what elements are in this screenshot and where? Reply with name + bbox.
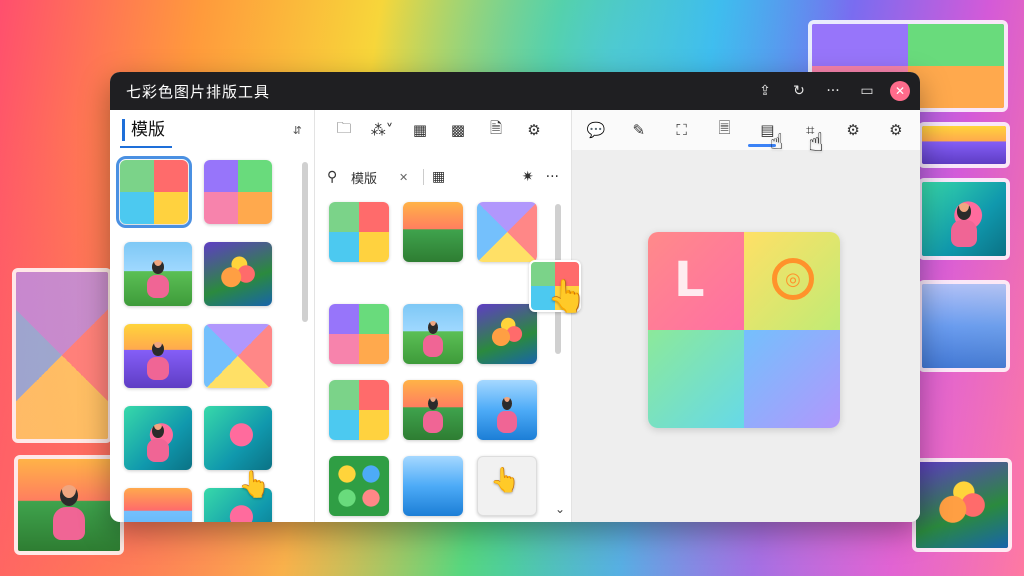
tap-hand-icon: 👆 (490, 466, 520, 494)
template-thumb[interactable] (124, 324, 192, 388)
pointer-hand-icon: 👆 (238, 470, 271, 500)
bg-photo-right-2 (918, 122, 1010, 168)
person-figure (495, 396, 519, 433)
grid-view-icon[interactable]: ▦ (432, 169, 445, 185)
person-figure (421, 320, 445, 357)
folder-icon[interactable]: 🗀 (325, 115, 363, 145)
comment-icon[interactable]: 💬 (580, 115, 612, 145)
person-figure (49, 484, 90, 540)
sort-icon[interactable]: ⇵ (293, 124, 302, 137)
title-bar: 七彩色图片排版工具 ⇪ ↻ ··· ▭ ✕ (110, 72, 920, 110)
bg-photo-left-bottom (14, 455, 124, 555)
person-figure (144, 259, 171, 299)
template-thumb[interactable] (204, 242, 272, 306)
image-thumb[interactable] (477, 202, 537, 262)
refresh-icon[interactable]: ↻ (786, 78, 812, 104)
image-thumb[interactable] (329, 202, 389, 262)
image-thumb[interactable] (329, 456, 389, 516)
library-panel: 🗀 ⁂˅ ▦ ▩ 🗎 ⚙ ⚲ 模版 ✕ ▦ ✷ ··· 👆 👆 ⌄ (315, 110, 587, 522)
puzzle-piece[interactable] (744, 330, 840, 428)
image-thumb[interactable] (403, 380, 463, 440)
canvas-preview[interactable]: L ◎ (648, 232, 840, 428)
image-thumb[interactable] (403, 456, 463, 516)
layout-blocks-icon[interactable]: ▩ (439, 115, 477, 145)
window-title: 七彩色图片排版工具 (126, 82, 271, 101)
library-toolbar: 🗀 ⁂˅ ▦ ▩ 🗎 ⚙ (315, 110, 571, 150)
template-thumb[interactable] (124, 242, 192, 306)
bg-photo-right-3 (918, 178, 1010, 260)
image-thumb[interactable] (403, 304, 463, 364)
close-button[interactable]: ✕ (890, 81, 910, 101)
template-thumb[interactable] (204, 160, 272, 224)
crop-icon[interactable]: ⛶ (666, 115, 698, 145)
search-input[interactable]: 模版 (351, 168, 399, 187)
pointer-hand-icon: ☝ (808, 128, 824, 158)
template-thumb[interactable] (116, 156, 192, 228)
person-figure (947, 202, 981, 248)
templates-panel: 模版 ⇵ 👆 (110, 110, 315, 522)
restore-icon[interactable]: ▭ (854, 78, 880, 104)
bg-photo-right-4 (918, 280, 1010, 372)
search-row: ⚲ 模版 ✕ ▦ ✷ ··· (327, 162, 559, 192)
chevron-down-icon[interactable]: ⌄ (555, 502, 565, 516)
template-thumb[interactable] (124, 406, 192, 470)
document-icon[interactable]: 🗎 (477, 115, 515, 145)
settings-icon[interactable]: ⚙ (837, 115, 869, 145)
divider (423, 169, 424, 185)
gear-icon[interactable]: ⚙ (880, 115, 912, 145)
share-icon[interactable]: ⇪ (752, 78, 778, 104)
person-figure (421, 396, 445, 433)
templates-scrollbar[interactable] (302, 162, 308, 322)
bg-photo-left-top (12, 268, 112, 443)
badge-icon: ◎ (772, 258, 814, 300)
drag-hand-icon: 👆 (547, 277, 587, 315)
logo-icon: L (674, 252, 705, 308)
template-thumb[interactable] (124, 488, 192, 522)
settings-icon[interactable]: ⚙ (515, 115, 553, 145)
image-thumb[interactable] (403, 202, 463, 262)
preview-panel: 💬 ✎ ⛶ 🗏 ▤ ⌗ ⚙ ⚙ ☝ ☝ L ◎ (572, 110, 920, 522)
template-thumb[interactable] (204, 324, 272, 388)
image-thumb[interactable] (477, 304, 537, 364)
editor-toolbar: 💬 ✎ ⛶ 🗏 ▤ ⌗ ⚙ ⚙ (572, 110, 920, 150)
tab-underline (120, 146, 172, 148)
app-window: 七彩色图片排版工具 ⇪ ↻ ··· ▭ ✕ 模版 ⇵ 👆 🗀 ⁂˅ ▦ ▩ 🗎 … (110, 72, 920, 522)
page-icon[interactable]: 🗏 (709, 115, 741, 145)
clear-search-button[interactable]: ✕ (399, 171, 415, 184)
magic-icon[interactable]: ✷ (522, 169, 534, 185)
more-icon[interactable]: ··· (820, 78, 846, 104)
person-figure (144, 423, 171, 463)
image-thumb[interactable] (329, 380, 389, 440)
puzzle-piece[interactable] (648, 330, 744, 428)
layout-grid-icon[interactable]: ▦ (401, 115, 439, 145)
share-nodes-icon[interactable]: ⁂˅ (363, 115, 401, 145)
template-thumb[interactable] (204, 406, 272, 470)
templates-title: 模版 (122, 119, 165, 141)
brush-icon[interactable]: ✎ (623, 115, 655, 145)
person-figure (144, 341, 171, 381)
more-options-icon[interactable]: ··· (546, 169, 559, 185)
image-thumb[interactable] (477, 380, 537, 440)
search-icon[interactable]: ⚲ (327, 169, 347, 185)
image-thumb[interactable] (329, 304, 389, 364)
bg-photo-right-5 (912, 458, 1012, 552)
cursor-hand-icon: ☝ (770, 130, 784, 155)
